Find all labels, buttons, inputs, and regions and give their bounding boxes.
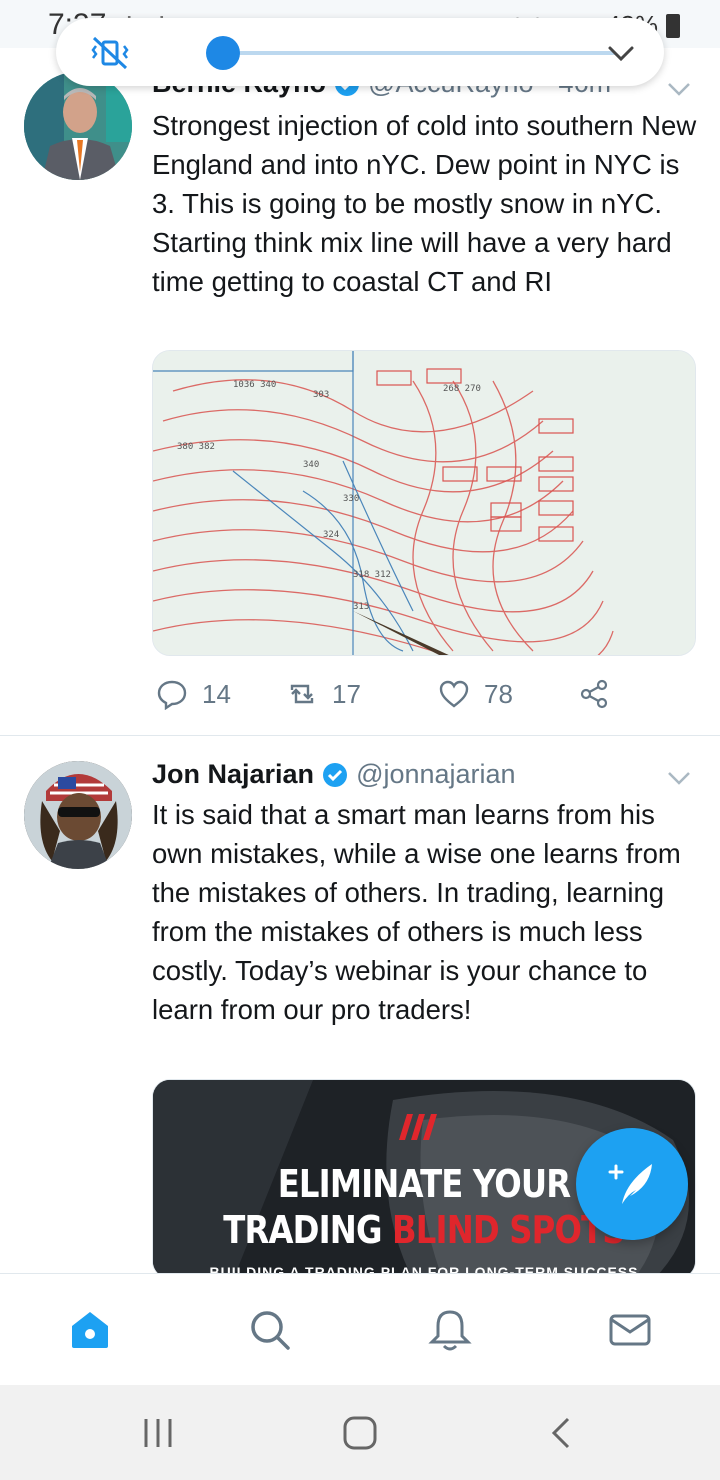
tweet-text: Strongest injection of cold into souther… [152,110,697,297]
avatar[interactable] [24,761,132,869]
back-button[interactable] [542,1415,582,1451]
svg-text:303: 303 [313,390,329,400]
svg-text:324: 324 [323,530,339,540]
svg-text:330: 330 [343,494,359,504]
retweet-action[interactable]: 17 [286,678,361,710]
tweet[interactable]: Bernie Rayno @AccuRayno · 46m Strongest … [0,48,720,736]
svg-text:313: 313 [353,602,369,612]
recent-apps-icon[interactable] [138,1415,178,1451]
tab-messages[interactable] [608,1308,652,1352]
avatar[interactable] [24,72,132,180]
svg-text:268 270: 268 270 [443,384,481,394]
svg-text:340: 340 [303,460,319,470]
volume-slider-thumb[interactable] [206,36,240,70]
share-icon[interactable] [578,678,610,710]
tab-notifications[interactable] [428,1308,472,1352]
volume-slider-track[interactable] [222,51,616,55]
retweet-count: 17 [332,678,361,709]
search-icon[interactable] [248,1308,292,1352]
volume-panel[interactable] [56,18,664,86]
verified-badge-icon [323,762,348,787]
svg-text:1036 340: 1036 340 [233,380,276,390]
promo-logo-icon [399,1114,437,1140]
notifications-icon[interactable] [428,1308,472,1352]
bottom-tab-bar [0,1273,720,1385]
messages-icon[interactable] [608,1308,652,1352]
reply-action[interactable]: 14 [156,678,231,710]
promo-subtitle: BUILDING A TRADING PLAN FOR LONG-TERM SU… [209,1264,639,1273]
compose-tweet-button[interactable] [576,1128,688,1240]
like-action[interactable]: 78 [438,678,513,710]
tweet-header: Jon Najarian @jonnajarian [152,759,516,790]
reply-count: 14 [202,678,231,709]
home-icon[interactable] [68,1308,112,1352]
svg-text:380 382: 380 382 [177,442,215,452]
retweet-icon[interactable] [286,678,318,710]
reply-icon[interactable] [156,678,188,710]
tweet-text: It is said that a smart man learns from … [152,799,681,1025]
share-action[interactable] [578,678,610,710]
chevron-down-icon[interactable] [606,38,636,68]
home-button[interactable] [340,1415,380,1451]
handle[interactable]: @jonnajarian [356,759,516,790]
tweet-menu-caret-icon[interactable] [666,765,692,791]
weather-map-image: 1036 340 380 382 303 268 270 340 330 324… [153,351,695,655]
tab-search[interactable] [248,1308,292,1352]
tweet-actions: 14 17 78 [152,678,622,718]
home-button-icon[interactable] [340,1415,380,1451]
like-heart-icon[interactable] [438,678,470,710]
compose-tweet-icon [608,1164,652,1204]
vibrate-mute-icon[interactable] [90,36,130,70]
display-name[interactable]: Jon Najarian [152,759,314,790]
promo-title-white: TRADING [223,1208,393,1252]
battery-icon [666,13,680,38]
tweet-media-weather-map[interactable]: 1036 340 380 382 303 268 270 340 330 324… [152,350,696,656]
tab-home[interactable] [68,1308,112,1352]
system-nav-bar [0,1385,720,1480]
like-count: 78 [484,678,513,709]
tweet-menu-caret-icon[interactable] [666,76,692,102]
svg-text:318 312: 318 312 [353,570,391,580]
back-icon[interactable] [542,1415,582,1451]
recent-apps-button[interactable] [138,1415,178,1451]
